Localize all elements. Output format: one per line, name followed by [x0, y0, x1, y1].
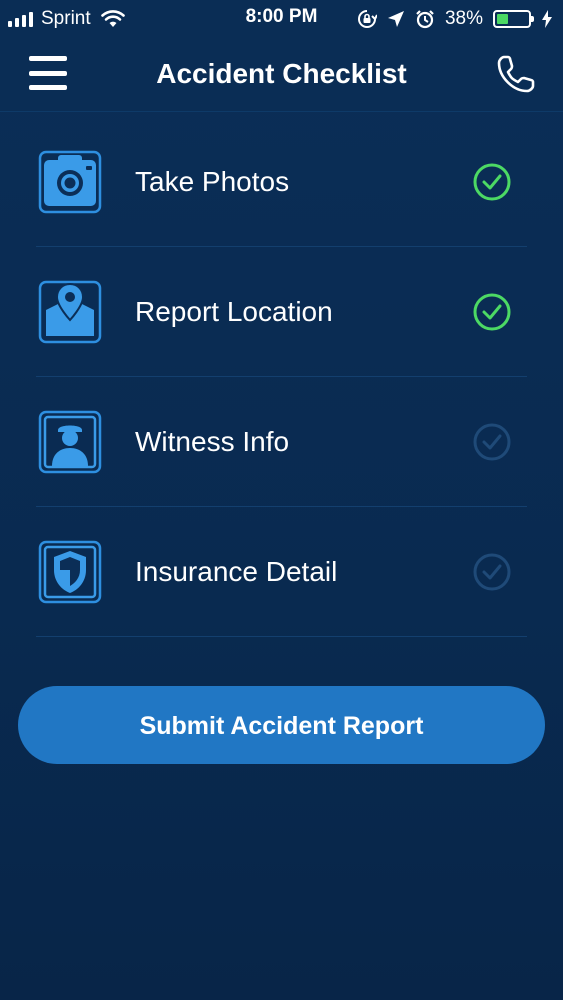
checklist-item-label: Report Location — [135, 296, 333, 327]
check-circle-icon — [473, 423, 511, 461]
shield-icon — [38, 540, 102, 604]
check-circle-icon — [473, 163, 511, 201]
battery-percent: 38% — [444, 8, 483, 29]
charging-bolt-icon — [542, 10, 552, 28]
map-pin-icon — [38, 280, 102, 344]
alarm-icon — [416, 10, 434, 29]
checklist-item-insurance-detail[interactable]: Insurance Detail — [0, 507, 563, 637]
location-arrow-icon — [387, 11, 404, 27]
check-circle-icon — [473, 293, 511, 331]
checklist: Take Photos Report Location Witness Info… — [0, 117, 563, 637]
checklist-item-label: Insurance Detail — [135, 556, 338, 587]
orientation-lock-icon — [358, 10, 377, 28]
person-badge-icon — [38, 410, 102, 474]
status-bar: Sprint 8:00 PM 38% — [0, 0, 563, 38]
app-screen: Sprint 8:00 PM 38% Accident Checklist Ta… — [0, 0, 563, 1000]
page-title: Accident Checklist — [156, 58, 407, 89]
camera-icon — [38, 150, 102, 214]
checklist-item-label: Take Photos — [135, 166, 290, 197]
checklist-item-report-location[interactable]: Report Location — [0, 247, 563, 377]
submit-accident-report-button[interactable]: Submit Accident Report — [18, 686, 545, 764]
check-circle-icon — [473, 553, 511, 591]
battery-level-fill — [497, 14, 509, 24]
checklist-item-label: Witness Info — [135, 426, 290, 457]
checklist-item-take-photos[interactable]: Take Photos — [0, 117, 563, 247]
phone-icon[interactable] — [495, 53, 537, 95]
battery-icon — [493, 10, 534, 28]
checklist-item-witness-info[interactable]: Witness Info — [0, 377, 563, 507]
status-right: 38% — [357, 6, 553, 32]
nav-bar: Accident Checklist — [0, 38, 563, 112]
divider — [36, 636, 527, 637]
